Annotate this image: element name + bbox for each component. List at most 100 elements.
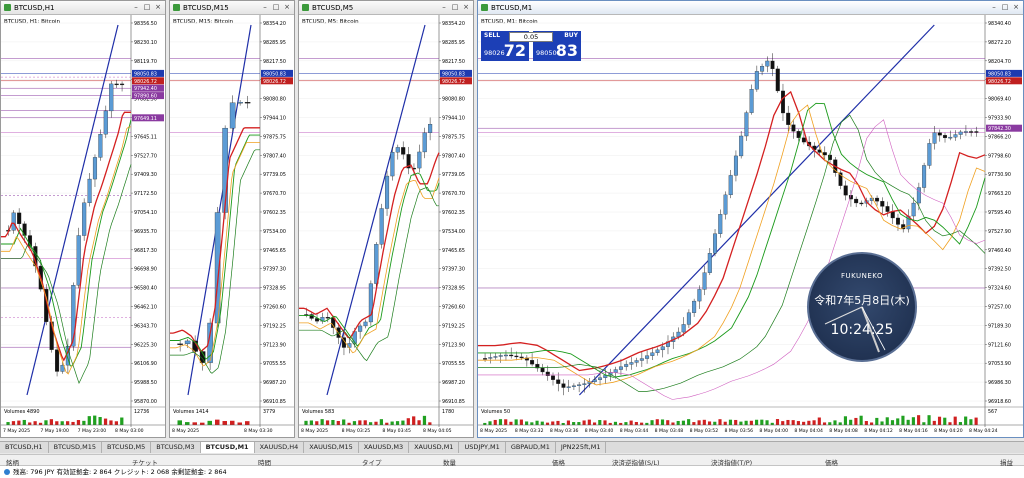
trade-table-header: 銘柄 チケット 時間 タイプ 数量 価格 決済逆指値(S/L) 決済指値(T/P) 価格 損益 bbox=[0, 454, 1024, 467]
close-icon[interactable]: × bbox=[461, 3, 471, 12]
chart-tab[interactable]: GBPAUD,M1 bbox=[506, 442, 556, 453]
maximize-icon[interactable]: □ bbox=[1000, 3, 1010, 12]
candle-body bbox=[733, 155, 738, 176]
minimize-icon[interactable]: – bbox=[439, 3, 449, 12]
price-axis-label: 98272.20 bbox=[988, 40, 1011, 46]
maximize-icon[interactable]: □ bbox=[450, 3, 460, 12]
volume-bar bbox=[561, 422, 565, 425]
price-chart[interactable]: BTCUSD, M15: Bitcoin 98354.20 98285.95 9821… bbox=[170, 15, 294, 437]
candle-body bbox=[493, 356, 498, 358]
chart-window-m5[interactable]: BTCUSD,M5 – □ × BTCUSD, M5: Bitcoin 98354.2… bbox=[298, 0, 474, 438]
candle-body bbox=[932, 132, 937, 144]
candle-body bbox=[791, 124, 796, 132]
maximize-icon[interactable]: □ bbox=[142, 3, 152, 12]
chart-tab[interactable]: XAUUSD,M15 bbox=[304, 442, 359, 453]
chart-tab[interactable]: XAUUSD,M3 bbox=[359, 442, 410, 453]
volume-bar bbox=[687, 419, 691, 425]
minimize-icon[interactable]: – bbox=[260, 3, 270, 12]
window-titlebar[interactable]: BTCUSD,M15 – □ × bbox=[170, 1, 294, 15]
candle-body bbox=[184, 340, 191, 344]
price-axis-label: 97798.60 bbox=[988, 153, 1011, 159]
chart-window-m1[interactable]: BTCUSD,M1 – □ × BTCUSD, M1: Bitcoin 98340.4… bbox=[477, 0, 1024, 438]
volume-bar bbox=[76, 420, 81, 425]
minimize-icon[interactable]: – bbox=[989, 3, 999, 12]
candle-body bbox=[540, 367, 545, 373]
candle-body bbox=[519, 356, 524, 359]
price-axis-label: 97875.75 bbox=[442, 134, 465, 140]
volume-bar bbox=[22, 419, 26, 425]
balance-row: 残高: 796 JPY 有効証拠金: 2 864 クレジット: 2 068 余剰… bbox=[0, 466, 1024, 478]
time-axis-label: 8 May 2025 bbox=[480, 428, 507, 434]
candle-body bbox=[660, 346, 665, 351]
volume-bar bbox=[739, 421, 743, 425]
close-icon[interactable]: × bbox=[1011, 3, 1021, 12]
volume-bar bbox=[723, 421, 727, 425]
candle-body bbox=[358, 325, 363, 332]
candle-body bbox=[875, 197, 880, 202]
volume-bar bbox=[222, 421, 227, 425]
price-axis-label: 97807.40 bbox=[263, 153, 286, 159]
price-chart[interactable]: BTCUSD, H1: Bitcoin 98356.50 98230.10 98119… bbox=[1, 15, 165, 437]
chart-tab[interactable]: BTCUSD,M5 bbox=[102, 442, 152, 453]
price-axis-label: 97123.90 bbox=[263, 342, 286, 348]
price-axis-label: 97807.40 bbox=[442, 153, 465, 159]
balance-text: 残高: 796 JPY 有効証拠金: 2 864 クレジット: 2 068 余剰… bbox=[13, 468, 227, 476]
price-axis-label: 98204.70 bbox=[988, 59, 1011, 65]
window-titlebar[interactable]: BTCUSD,H1 – □ × bbox=[1, 1, 165, 15]
chart-tab[interactable]: BTCUSD,M1 bbox=[200, 442, 255, 453]
volume-bar bbox=[781, 421, 785, 425]
volume-bar bbox=[796, 421, 800, 425]
price-axis-label: 97739.05 bbox=[263, 172, 286, 178]
time-axis-label: 8 May 03:45 bbox=[382, 428, 411, 434]
chart-tab[interactable]: JPN225ft,M1 bbox=[556, 442, 607, 453]
price-axis-label: 98356.50 bbox=[134, 21, 157, 27]
volume-bar bbox=[215, 419, 220, 425]
window-title: BTCUSD,M1 bbox=[491, 3, 533, 12]
chart-tab[interactable]: XAUUSD,H4 bbox=[255, 442, 305, 453]
chart-tab[interactable]: BTCUSD,M3 bbox=[151, 442, 201, 453]
volume-bar bbox=[28, 422, 32, 425]
buy-price-pips: 83 bbox=[555, 41, 578, 60]
volume-bar bbox=[613, 421, 618, 425]
candle-body bbox=[498, 355, 503, 357]
volume-bar bbox=[755, 419, 759, 425]
candle-body bbox=[681, 324, 686, 333]
volume-bar bbox=[681, 420, 685, 425]
volume-bar bbox=[791, 420, 795, 425]
maximize-icon[interactable]: □ bbox=[271, 3, 281, 12]
chart-tab[interactable]: USDJPY,M1 bbox=[459, 442, 506, 453]
candle-body bbox=[969, 131, 974, 133]
chart-window-h1[interactable]: BTCUSD,H1 – □ × BTCUSD, H1: Bitcoin 98356.5… bbox=[0, 0, 166, 438]
candle-body bbox=[483, 358, 488, 360]
chart-tab[interactable]: BTCUSD,M15 bbox=[49, 442, 102, 453]
close-icon[interactable]: × bbox=[282, 3, 292, 12]
chart-window-m15[interactable]: BTCUSD,M15 – □ × BTCUSD, M15: Bitcoin 98354… bbox=[169, 0, 295, 438]
close-icon[interactable]: × bbox=[153, 3, 163, 12]
price-axis-label: 97875.75 bbox=[263, 134, 286, 140]
candle-body bbox=[237, 102, 243, 104]
window-titlebar[interactable]: BTCUSD,M1 – □ × bbox=[478, 1, 1023, 15]
volume-bar bbox=[953, 416, 957, 425]
candle-body bbox=[728, 175, 733, 196]
lot-size-input[interactable]: 0.05 bbox=[509, 32, 553, 42]
candle-body bbox=[707, 253, 712, 273]
candle-body bbox=[948, 136, 953, 139]
chart-tab[interactable]: BTCUSD,H1 bbox=[0, 442, 49, 453]
window-titlebar[interactable]: BTCUSD,M5 – □ × bbox=[299, 1, 473, 15]
candle-body bbox=[786, 112, 791, 125]
price-chart[interactable]: BTCUSD, M5: Bitcoin 98354.20 98285.95 98217… bbox=[299, 15, 473, 437]
candle-body bbox=[325, 317, 330, 319]
price-chart[interactable]: BTCUSD, M1: Bitcoin 98340.40 98272.20 98204… bbox=[478, 15, 1023, 437]
time-axis-label: 8 May 04:20 bbox=[934, 428, 963, 434]
clock-brand: FUKUNEKO bbox=[840, 272, 884, 280]
volume-bar bbox=[943, 417, 947, 425]
minimize-icon[interactable]: – bbox=[131, 3, 141, 12]
volume-bar bbox=[422, 415, 427, 425]
volume-bar bbox=[200, 422, 205, 425]
volume-bar bbox=[98, 417, 102, 425]
price-axis-label: 96462.10 bbox=[134, 305, 157, 311]
volume-bar bbox=[802, 421, 806, 425]
chart-tab[interactable]: XAUUSD,M1 bbox=[409, 442, 460, 453]
volume-bar bbox=[390, 421, 394, 425]
price-axis-label: 97933.90 bbox=[988, 116, 1011, 122]
